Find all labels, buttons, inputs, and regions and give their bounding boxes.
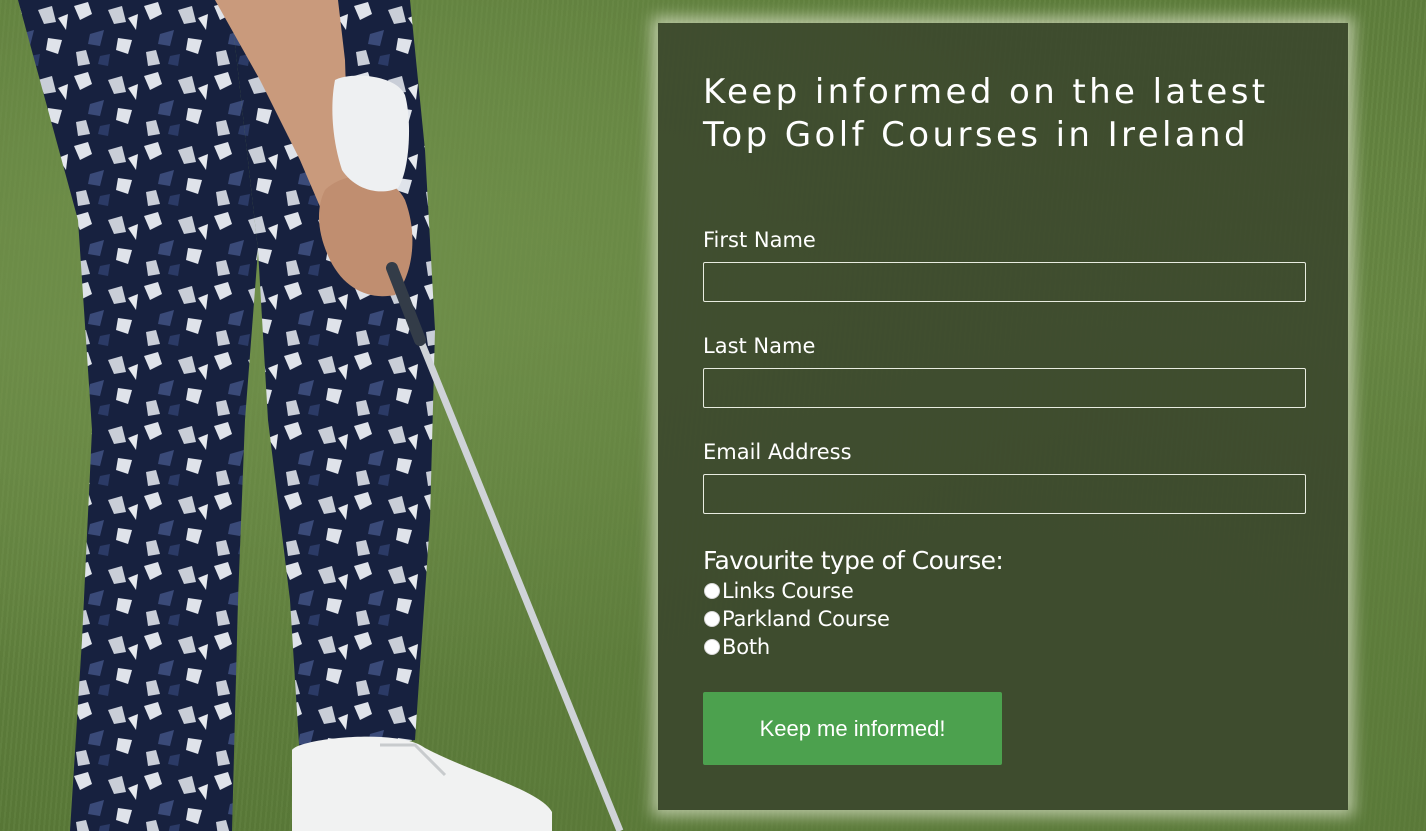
golfer-hero-image xyxy=(18,0,624,831)
parkland-course-label: Parkland Course xyxy=(722,607,890,631)
both-label: Both xyxy=(722,635,770,659)
email-label: Email Address xyxy=(703,440,852,464)
last-name-label: Last Name xyxy=(703,334,816,358)
both-radio[interactable] xyxy=(704,639,720,655)
radio-option-links[interactable]: Links Course xyxy=(703,577,1306,605)
first-name-label: First Name xyxy=(703,228,816,252)
signup-heading: Keep informed on the latest Top Golf Cou… xyxy=(703,72,1269,155)
keep-me-informed-button[interactable]: Keep me informed! xyxy=(703,692,1002,765)
parkland-course-radio[interactable] xyxy=(704,611,720,627)
links-course-label: Links Course xyxy=(722,579,854,603)
links-course-radio[interactable] xyxy=(704,583,720,599)
first-name-input[interactable] xyxy=(703,262,1306,302)
newsletter-signup-card: Keep informed on the latest Top Golf Cou… xyxy=(658,23,1348,810)
radio-option-parkland[interactable]: Parkland Course xyxy=(703,605,1306,633)
first-name-group: First Name xyxy=(703,226,1306,302)
last-name-group: Last Name xyxy=(703,332,1306,408)
course-type-group: Favourite type of Course: Links Course P… xyxy=(703,545,1306,661)
last-name-input[interactable] xyxy=(703,368,1306,408)
email-group: Email Address xyxy=(703,438,1306,514)
page: Keep informed on the latest Top Golf Cou… xyxy=(0,0,1426,831)
course-type-question: Favourite type of Course: xyxy=(703,546,1004,575)
radio-option-both[interactable]: Both xyxy=(703,633,1306,661)
email-input[interactable] xyxy=(703,474,1306,514)
